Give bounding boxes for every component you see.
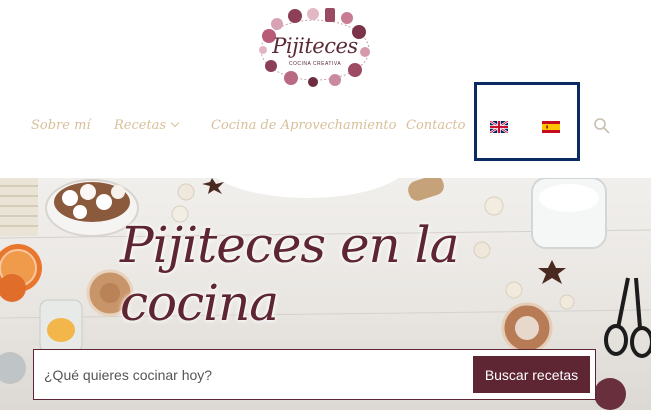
spain-flag-icon[interactable] xyxy=(542,121,560,133)
nav-item-contacto[interactable]: Contacto xyxy=(406,118,465,133)
nav-item-recetas[interactable]: Recetas xyxy=(114,118,180,133)
search-recipes-button[interactable]: Buscar recetas xyxy=(473,356,590,393)
logo-tagline: COCINA CREATIVA xyxy=(288,61,342,67)
hero-title: Pijiteces en la cocina xyxy=(120,216,459,332)
site-logo[interactable]: Pijiteces COCINA CREATIVA xyxy=(255,6,375,88)
nav-item-cocina-de-aprovechamiento[interactable]: Cocina de Aprovechamiento xyxy=(211,118,396,133)
chevron-down-icon xyxy=(170,118,180,128)
recipe-search-form: Buscar recetas xyxy=(33,349,596,400)
recipe-search-input[interactable] xyxy=(34,350,464,399)
hero-banner: Pijiteces en la cocina Buscar recetas xyxy=(0,178,651,410)
logo-name: Pijiteces xyxy=(272,34,358,58)
nav-item-label: Sobre mí xyxy=(31,118,91,133)
uk-flag-icon[interactable] xyxy=(490,121,508,133)
nav-item-sobre-mi[interactable]: Sobre mí xyxy=(31,118,91,133)
search-icon[interactable] xyxy=(593,117,611,135)
nav-item-label: Recetas xyxy=(114,118,167,133)
nav-item-label: Contacto xyxy=(406,118,466,133)
nav-item-label: Cocina de Aprovechamiento xyxy=(211,118,397,133)
